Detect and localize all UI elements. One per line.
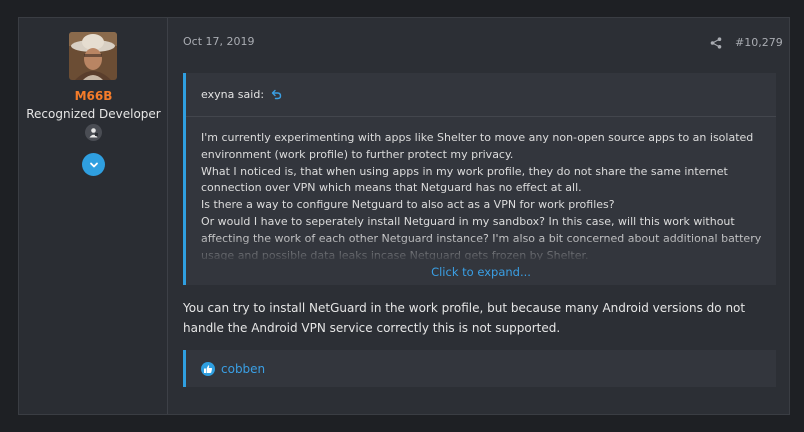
post-date[interactable]: Oct 17, 2019 <box>183 35 255 48</box>
share-icon[interactable] <box>710 37 722 49</box>
expand-author-button[interactable] <box>82 153 105 176</box>
post-number-link[interactable]: #10,279 <box>735 36 783 49</box>
reaction-user-link[interactable]: cobben <box>221 362 265 376</box>
quote-author[interactable]: exyna said: <box>201 88 264 101</box>
jump-to-quote-icon[interactable] <box>271 89 282 100</box>
chevron-down-icon <box>89 162 98 167</box>
quote-block: exyna said: I'm currently experimenting … <box>183 73 776 285</box>
post-body-text: You can try to install NetGuard in the w… <box>183 301 746 335</box>
avatar[interactable] <box>69 32 117 80</box>
author-username[interactable]: M66B <box>19 89 168 103</box>
developer-badge-icon <box>85 124 102 141</box>
quote-line: What I noticed is, that when using apps … <box>201 164 728 195</box>
author-title: Recognized Developer <box>26 107 161 121</box>
reactions-bar: cobben <box>183 350 776 387</box>
quote-line: Is there a way to configure Netguard to … <box>201 198 615 212</box>
click-to-expand-link[interactable]: Click to expand... <box>186 265 776 279</box>
post-author-panel: M66B Recognized Developer <box>19 18 168 414</box>
forum-post: M66B Recognized Developer Oct 17, 2019 #… <box>18 17 790 415</box>
like-icon <box>201 361 215 376</box>
quote-header: exyna said: <box>186 73 776 117</box>
quote-line: I'm currently experimenting with apps li… <box>201 131 754 161</box>
post-main: Oct 17, 2019 #10,279 exyna said: I'm cur… <box>168 18 789 414</box>
